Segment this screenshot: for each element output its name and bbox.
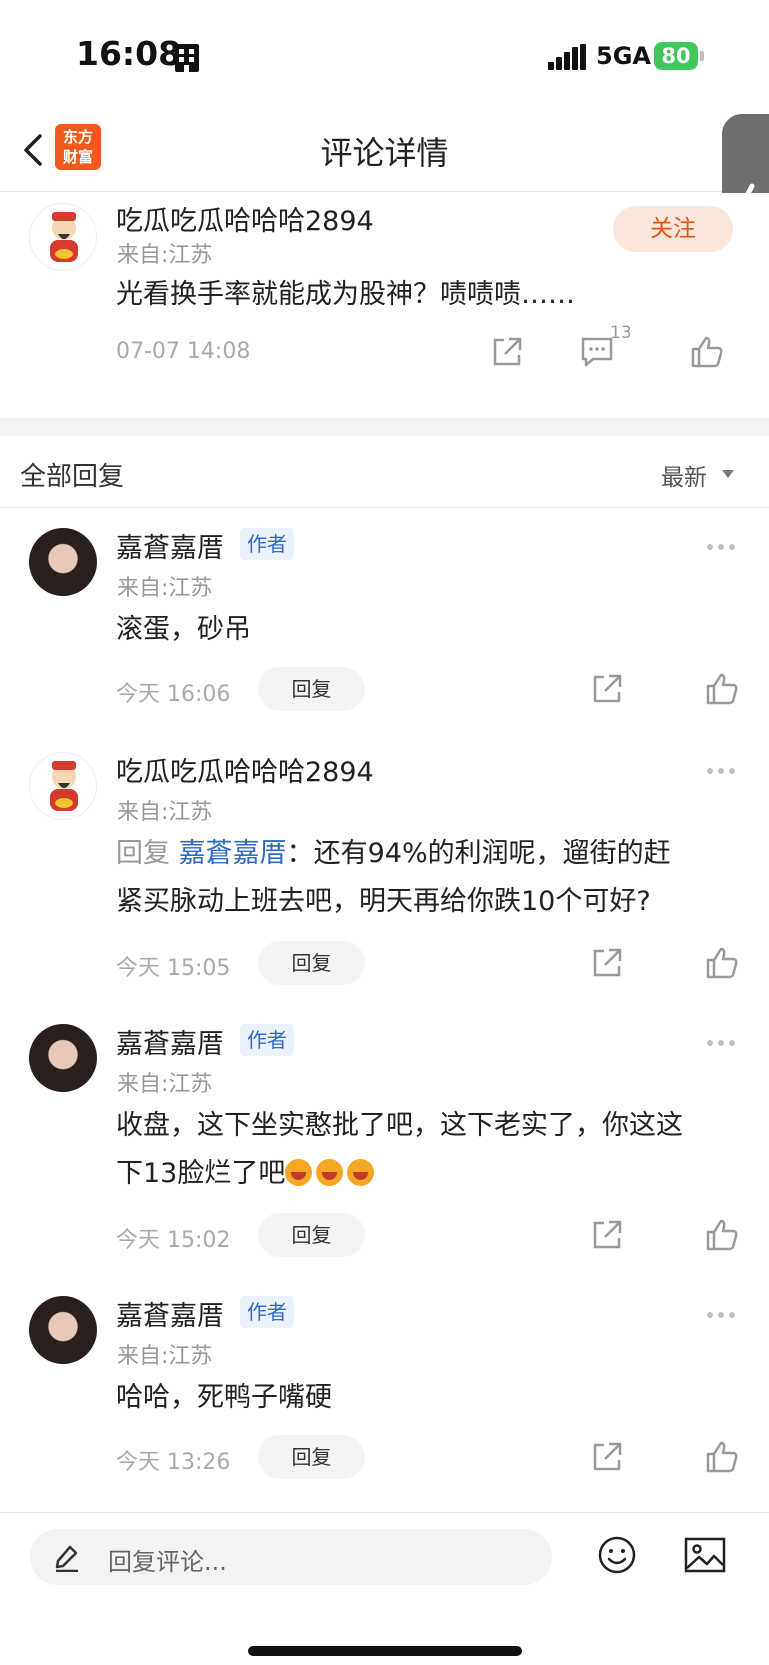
status-bar: 16:08 5GA 80 — [0, 0, 769, 110]
reply-location: 来自:江苏 — [117, 800, 213, 825]
replies-header: 全部回复 最新 — [0, 436, 769, 508]
author-badge: 作者 — [240, 1296, 294, 1328]
follow-button[interactable]: 关注 — [613, 206, 733, 252]
share-icon[interactable] — [590, 1440, 624, 1478]
reply-button[interactable]: 回复 — [258, 941, 365, 985]
more-icon[interactable] — [707, 768, 737, 776]
share-icon[interactable] — [590, 1218, 624, 1256]
laughing-emoji-icon — [347, 1159, 375, 1186]
share-icon[interactable] — [590, 946, 624, 984]
reply-item: 吃瓜吃瓜哈哈哈2894 来自:江苏 回复 嘉蒼嘉厝：还有94%的利润呢，遛街的赶… — [0, 738, 769, 985]
dropdown-arrow-icon[interactable] — [722, 470, 734, 478]
reply-item: 嘉蒼嘉厝 作者 来自:江苏 哈哈，死鸭子嘴硬 今天 13:26 回复 — [0, 1282, 769, 1506]
like-icon[interactable] — [705, 672, 739, 710]
more-icon[interactable] — [707, 1040, 737, 1048]
reply-item: 嘉蒼嘉厝 作者 来自:江苏 滚蛋，砂吊 今天 16:06 回复 — [0, 508, 769, 712]
share-icon[interactable] — [590, 672, 624, 710]
avatar[interactable] — [29, 752, 97, 820]
nav-bar: 东方 财富 评论详情 — [0, 110, 769, 192]
image-icon[interactable] — [684, 1537, 726, 1577]
reply-button[interactable]: 回复 — [258, 667, 365, 711]
reply-content-line-2: 下13脸烂了吧 — [116, 1150, 378, 1198]
laughing-emoji-icon — [316, 1159, 344, 1186]
page-title: 评论详情 — [320, 134, 449, 172]
pencil-icon — [54, 1544, 80, 1576]
reply-timestamp: 今天 16:06 — [116, 682, 231, 707]
comment-placeholder: 回复评论... — [108, 1548, 227, 1576]
reply-timestamp: 今天 13:26 — [116, 1450, 231, 1475]
battery-tip — [700, 51, 704, 61]
more-icon[interactable] — [707, 544, 737, 552]
building-icon — [175, 44, 199, 72]
reply-content: 回复 嘉蒼嘉厝：还有94%的利润呢，遛街的赶 — [116, 830, 736, 878]
reply-target-link[interactable]: 嘉蒼嘉厝 — [179, 838, 287, 869]
emoji-icon[interactable] — [597, 1535, 637, 1579]
main-comment: 吃瓜吃瓜哈哈哈2894 来自:江苏 关注 光看换手率就能成为股神？啧啧啧…… 0… — [0, 193, 769, 418]
reply-content-text: 下13脸烂了吧 — [116, 1158, 286, 1189]
reply-username[interactable]: 嘉蒼嘉厝 — [116, 1022, 224, 1061]
main-username[interactable]: 吃瓜吃瓜哈哈哈2894 — [116, 199, 374, 238]
sort-dropdown[interactable]: 最新 — [661, 458, 707, 492]
section-divider — [0, 418, 769, 436]
more-icon[interactable] — [707, 1312, 737, 1320]
reply-timestamp: 今天 15:02 — [116, 1228, 231, 1253]
bottom-bar: 回复评论... — [0, 1512, 769, 1665]
home-indicator[interactable] — [248, 1646, 522, 1656]
comment-icon[interactable] — [580, 336, 614, 372]
share-icon[interactable] — [490, 335, 524, 373]
like-icon[interactable] — [690, 335, 724, 373]
cellular-signal-icon — [548, 44, 586, 70]
reply-location: 来自:江苏 — [117, 1072, 213, 1097]
author-badge: 作者 — [240, 528, 294, 560]
reply-button[interactable]: 回复 — [258, 1213, 365, 1257]
comment-input[interactable]: 回复评论... — [30, 1529, 552, 1585]
status-time: 16:08 — [76, 34, 182, 73]
reply-content: 哈哈，死鸭子嘴硬 — [116, 1382, 332, 1413]
main-location: 来自:江苏 — [117, 243, 213, 268]
main-timestamp: 07-07 14:08 — [116, 339, 251, 364]
author-badge: 作者 — [240, 1024, 294, 1056]
fortune-god-avatar-icon — [50, 761, 78, 811]
reply-username[interactable]: 嘉蒼嘉厝 — [116, 1294, 224, 1333]
avatar[interactable] — [29, 203, 97, 271]
network-type: 5GA — [596, 42, 651, 70]
reply-count: 13 — [610, 323, 632, 343]
reply-timestamp: 今天 15:05 — [116, 956, 231, 981]
like-icon[interactable] — [705, 946, 739, 984]
like-icon[interactable] — [705, 1440, 739, 1478]
reply-item: 嘉蒼嘉厝 作者 来自:江苏 收盘，这下坐实憨批了吧，这下老实了，你这这 下13脸… — [0, 1010, 769, 1257]
reply-content-line-2: 紧买脉动上班去吧，明天再给你跌10个可好? — [116, 886, 651, 917]
reply-content-line-1: ：还有94%的利润呢，遛街的赶 — [286, 838, 671, 869]
reply-prefix: 回复 — [116, 838, 170, 869]
like-icon[interactable] — [705, 1218, 739, 1256]
section-title: 全部回复 — [20, 462, 125, 492]
fortune-god-avatar-icon — [50, 212, 78, 262]
reply-button[interactable]: 回复 — [258, 1435, 365, 1479]
reply-username[interactable]: 嘉蒼嘉厝 — [116, 526, 224, 565]
laughing-emoji-icon — [285, 1159, 313, 1186]
avatar[interactable] — [29, 1024, 97, 1092]
reply-location: 来自:江苏 — [117, 576, 213, 601]
reply-content-line-1: 收盘，这下坐实憨批了吧，这下老实了，你这这 — [116, 1110, 683, 1141]
battery-icon: 80 — [654, 42, 698, 70]
avatar[interactable] — [29, 1296, 97, 1364]
main-content: 光看换手率就能成为股神？啧啧啧…… — [116, 279, 575, 310]
avatar[interactable] — [29, 528, 97, 596]
reply-username[interactable]: 吃瓜吃瓜哈哈哈2894 — [116, 750, 374, 789]
reply-content: 滚蛋，砂吊 — [116, 614, 251, 645]
reply-location: 来自:江苏 — [117, 1344, 213, 1369]
